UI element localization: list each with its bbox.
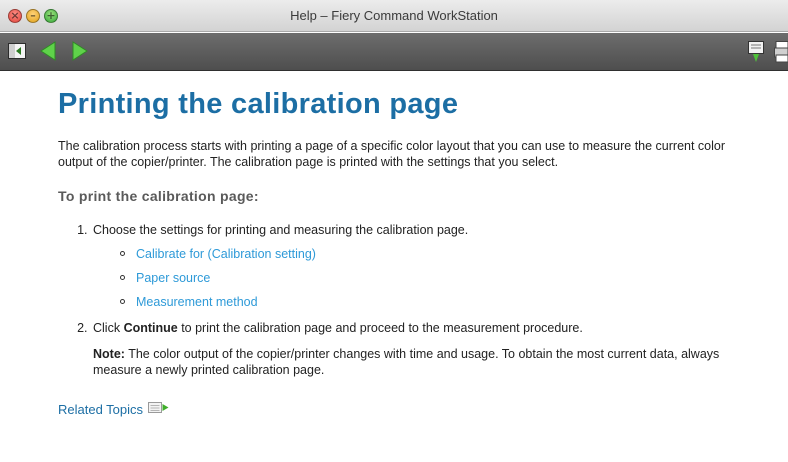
note-paragraph: Note: The color output of the copier/pri… (93, 346, 733, 378)
related-topics-label: Related Topics (58, 402, 144, 417)
note-label: Note: (93, 347, 125, 361)
forward-arrow-icon (72, 41, 88, 61)
back-arrow-icon (40, 41, 56, 61)
print-button[interactable] (774, 41, 788, 68)
bullet-icon (120, 251, 125, 256)
window-titlebar: × – + Help – Fiery Command WorkStation (0, 0, 788, 32)
step-2-suffix: to print the calibration page and procee… (177, 321, 583, 335)
settings-links: Calibrate for (Calibration setting) Pape… (93, 246, 758, 318)
related-topics-icon (148, 402, 169, 417)
comment-button[interactable] (748, 41, 764, 68)
step-1: Choose the settings for printing and mea… (91, 222, 758, 318)
step-2: Click Continue to print the calibration … (91, 320, 758, 378)
procedure-heading: To print the calibration page: (58, 188, 259, 204)
print-icon (774, 41, 788, 63)
bullet-icon (120, 299, 125, 304)
related-topics-link[interactable]: Related Topics (58, 402, 758, 417)
calibrate-for-link[interactable]: Calibrate for (Calibration setting) (136, 247, 316, 261)
step-2-prefix: Click (93, 321, 124, 335)
note-text: The color output of the copier/printer c… (93, 347, 720, 377)
step-1-text: Choose the settings for printing and mea… (93, 223, 469, 237)
back-button[interactable] (40, 41, 56, 66)
bullet-icon (120, 275, 125, 280)
contents-toggle-icon (8, 43, 26, 59)
list-item: Paper source (118, 270, 758, 294)
procedure-steps: Choose the settings for printing and mea… (58, 222, 758, 378)
help-article: Printing the calibration page The calibr… (58, 84, 758, 417)
intro-paragraph: The calibration process starts with prin… (58, 139, 726, 169)
continue-keyword: Continue (123, 321, 178, 335)
list-item: Measurement method (118, 294, 758, 318)
comment-icon (748, 41, 764, 62)
list-item: Calibrate for (Calibration setting) (118, 246, 758, 270)
help-toolbar (0, 33, 788, 71)
forward-button[interactable] (72, 41, 88, 66)
page-title: Printing the calibration page (58, 88, 459, 120)
toggle-contents-button[interactable] (8, 43, 26, 64)
paper-source-link[interactable]: Paper source (136, 271, 210, 285)
measurement-method-link[interactable]: Measurement method (136, 295, 258, 309)
window-title: Help – Fiery Command WorkStation (290, 8, 498, 23)
